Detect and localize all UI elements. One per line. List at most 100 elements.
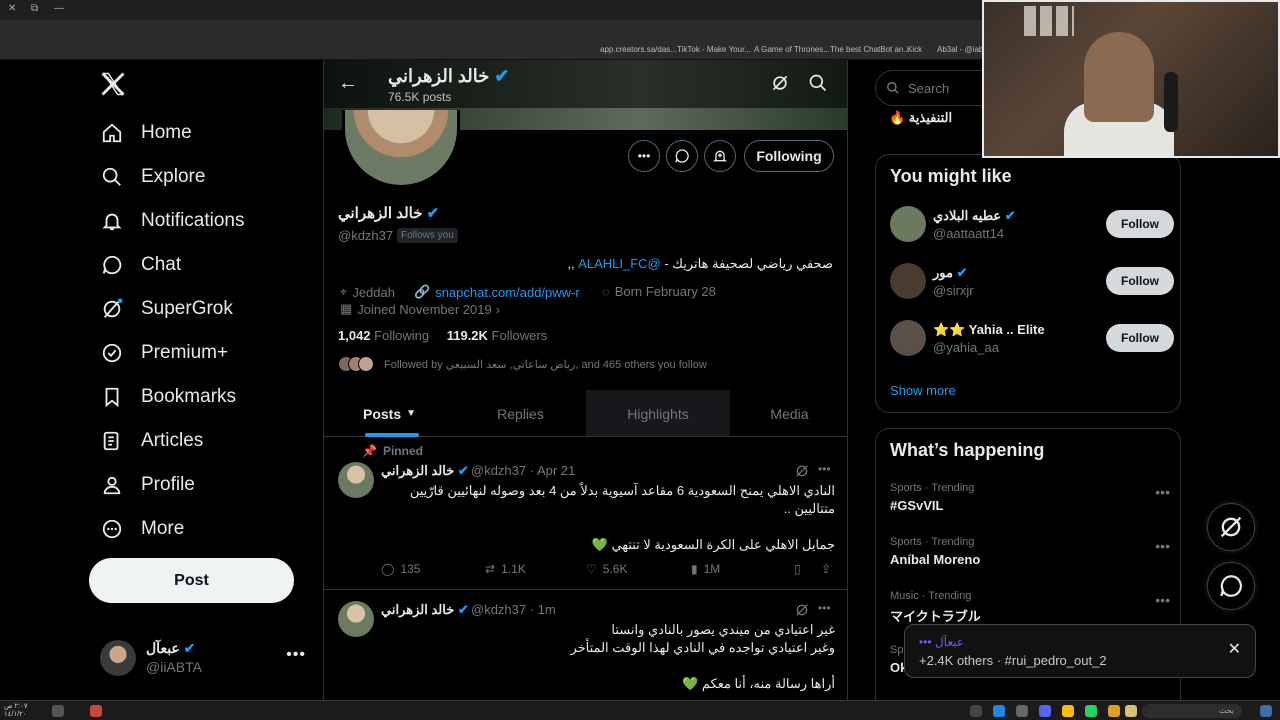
more-options-button[interactable]: ••• — [628, 140, 660, 172]
bio-mention-link[interactable]: @ALAHLI_FC — [578, 256, 661, 271]
more-dots-icon[interactable]: ••• — [818, 462, 831, 476]
more-icon — [100, 517, 124, 541]
tab-replies[interactable]: Replies — [455, 390, 586, 437]
avatar[interactable] — [338, 462, 374, 498]
taskbar-icon[interactable] — [993, 705, 1005, 717]
grok-icon[interactable] — [770, 73, 790, 93]
tweet-meta[interactable]: @kdzh37 · 1m — [471, 602, 556, 617]
trend-item[interactable]: Music · Trending マイクトラブル ••• — [890, 590, 1170, 625]
taskbar-icon[interactable] — [90, 705, 102, 717]
trend-item[interactable]: Sports · Trending #GSvVIL ••• — [890, 482, 1170, 513]
more-dots-icon[interactable]: ••• — [1155, 538, 1170, 554]
taskbar-icon[interactable] — [1125, 705, 1137, 717]
show-more-link[interactable]: Show more — [890, 383, 956, 398]
profile-avatar[interactable] — [342, 110, 460, 188]
follow-button[interactable]: Follow — [1106, 267, 1174, 295]
search-icon[interactable] — [808, 73, 828, 93]
account-switcher[interactable]: عبعآل ✔ @iiABTA ••• — [100, 638, 310, 678]
taskbar: ٢:٠٧ ص ١٤/١/٢٠ بحث — [0, 700, 1280, 720]
minimize-window-icon[interactable]: — — [54, 3, 64, 14]
nav-chat[interactable]: Chat — [100, 245, 181, 285]
tweet[interactable]: 📌 Pinned خالد الزهراني ✔ @kdzh37 · Apr 21… — [324, 438, 847, 590]
close-window-icon[interactable]: ✕ — [8, 3, 16, 14]
close-icon[interactable]: ✕ — [1228, 639, 1241, 659]
bookmark-button[interactable]: ▯ — [794, 562, 801, 576]
profile-website[interactable]: 🔗 snapchat.com/add/pww-r — [414, 284, 580, 300]
trend-item[interactable]: التنفيذية 🔥 — [889, 110, 952, 126]
grok-icon[interactable] — [794, 602, 810, 618]
windows-start-icon[interactable] — [1260, 705, 1272, 717]
repost-button[interactable]: ⇄ 1.1K — [485, 562, 526, 576]
taskbar-icon[interactable] — [1016, 705, 1028, 717]
following-count-link[interactable]: 1,042 Following — [338, 328, 429, 343]
suggested-user[interactable]: عطيه البلادي ✔ @aattaatt14 Follow — [890, 206, 1174, 246]
profile-bio: صحفي رياضي لصحيفة هاتريك - @ALAHLI_FC ,, — [567, 256, 833, 271]
bookmark-item[interactable]: TikTok - Make Your... — [677, 45, 751, 54]
taskbar-search[interactable]: بحث — [1142, 704, 1242, 718]
nav-profile[interactable]: Profile — [100, 465, 195, 505]
profile-handle: @kdzh37 — [338, 228, 394, 243]
notify-button[interactable] — [704, 140, 736, 172]
x-logo-icon[interactable] — [99, 70, 127, 98]
nav-premium[interactable]: Premium+ — [100, 333, 228, 373]
following-button[interactable]: Following — [744, 140, 834, 172]
bookmark-item[interactable]: Kick — [907, 45, 922, 54]
follow-button[interactable]: Follow — [1106, 210, 1174, 238]
grok-float-button[interactable] — [1207, 503, 1255, 551]
bookmark-item[interactable]: app.creators.sa/das... — [600, 45, 677, 54]
more-dots-icon[interactable]: ••• — [1155, 484, 1170, 500]
bookmark-item[interactable]: The best ChatBot an... — [830, 45, 910, 54]
bookmark-item[interactable]: A Game of Thrones... — [754, 45, 830, 54]
taskbar-icon[interactable] — [1085, 705, 1097, 717]
nav-articles[interactable]: Articles — [100, 421, 203, 461]
trend-item[interactable]: Sports · Trending Aníbal Moreno ••• — [890, 536, 1170, 567]
back-arrow-icon[interactable]: ← — [338, 72, 358, 95]
messages-float-button[interactable] — [1207, 562, 1255, 610]
tweet[interactable]: خالد الزهراني ✔ @kdzh37 · 1m ••• غير اعت… — [324, 591, 847, 700]
avatar — [100, 640, 136, 676]
post-button[interactable]: Post — [89, 558, 294, 603]
tab-media[interactable]: Media — [730, 390, 847, 437]
suggested-user[interactable]: ⭐⭐ Yahia .. Elite @yahia_aa Follow — [890, 320, 1174, 360]
nav-label: SuperGrok — [141, 298, 233, 319]
more-dots-icon[interactable]: ••• — [1155, 592, 1170, 608]
nav-supergrok[interactable]: SuperGrok — [100, 289, 233, 329]
followed-by[interactable]: Followed by رياض ساعاتي, سعد السبيعي, an… — [338, 356, 707, 372]
suggested-user[interactable]: مور ✔ @sirxjr Follow — [890, 263, 1174, 303]
more-dots-icon[interactable]: ••• — [818, 601, 831, 615]
nav-bookmarks[interactable]: Bookmarks — [100, 377, 236, 417]
nav-more[interactable]: More — [100, 509, 184, 549]
tab-posts[interactable]: Posts ▼ — [324, 390, 455, 437]
card-title: What’s happening — [890, 440, 1045, 460]
more-dots-icon[interactable]: ••• — [286, 646, 306, 664]
tweet-meta[interactable]: @kdzh37 · Apr 21 — [471, 463, 575, 478]
bookmark-icon — [100, 385, 124, 409]
follow-button[interactable]: Follow — [1106, 324, 1174, 352]
profile-icon — [100, 473, 124, 497]
nav-label: Bookmarks — [141, 386, 237, 407]
tweet-author[interactable]: خالد الزهراني ✔ — [381, 602, 469, 618]
like-button[interactable]: ♡ 5.6K — [586, 562, 627, 576]
restore-window-icon[interactable]: ⧉ — [31, 3, 38, 14]
nav-notifications[interactable]: Notifications — [100, 201, 245, 241]
taskbar-icon[interactable] — [1039, 705, 1051, 717]
tab-highlights[interactable]: Highlights — [586, 390, 730, 437]
taskbar-icon[interactable] — [1062, 705, 1074, 717]
grok-icon[interactable] — [794, 463, 810, 479]
search-input[interactable]: Search — [875, 70, 985, 106]
share-button[interactable]: ⇪ — [821, 562, 831, 576]
avatar[interactable] — [338, 601, 374, 637]
taskbar-icon[interactable] — [52, 705, 64, 717]
reply-button[interactable]: ◯ 135 — [381, 562, 420, 576]
views-button[interactable]: ▮ 1M — [691, 562, 720, 576]
notification-toast[interactable]: ••• عبعآل +2.4K others · #rui_pedro_out_… — [904, 624, 1256, 678]
profile-joined[interactable]: ▦ Joined November 2019 › — [340, 301, 500, 317]
followers-count-link[interactable]: 119.2K Followers — [447, 328, 547, 343]
taskbar-icon[interactable] — [1108, 705, 1120, 717]
account-name: عبعآل ✔ — [146, 640, 196, 656]
tweet-author[interactable]: خالد الزهراني ✔ — [381, 463, 469, 479]
grok-button[interactable] — [666, 140, 698, 172]
nav-home[interactable]: Home — [100, 113, 192, 153]
taskbar-icon[interactable] — [970, 705, 982, 717]
nav-explore[interactable]: Explore — [100, 157, 205, 197]
